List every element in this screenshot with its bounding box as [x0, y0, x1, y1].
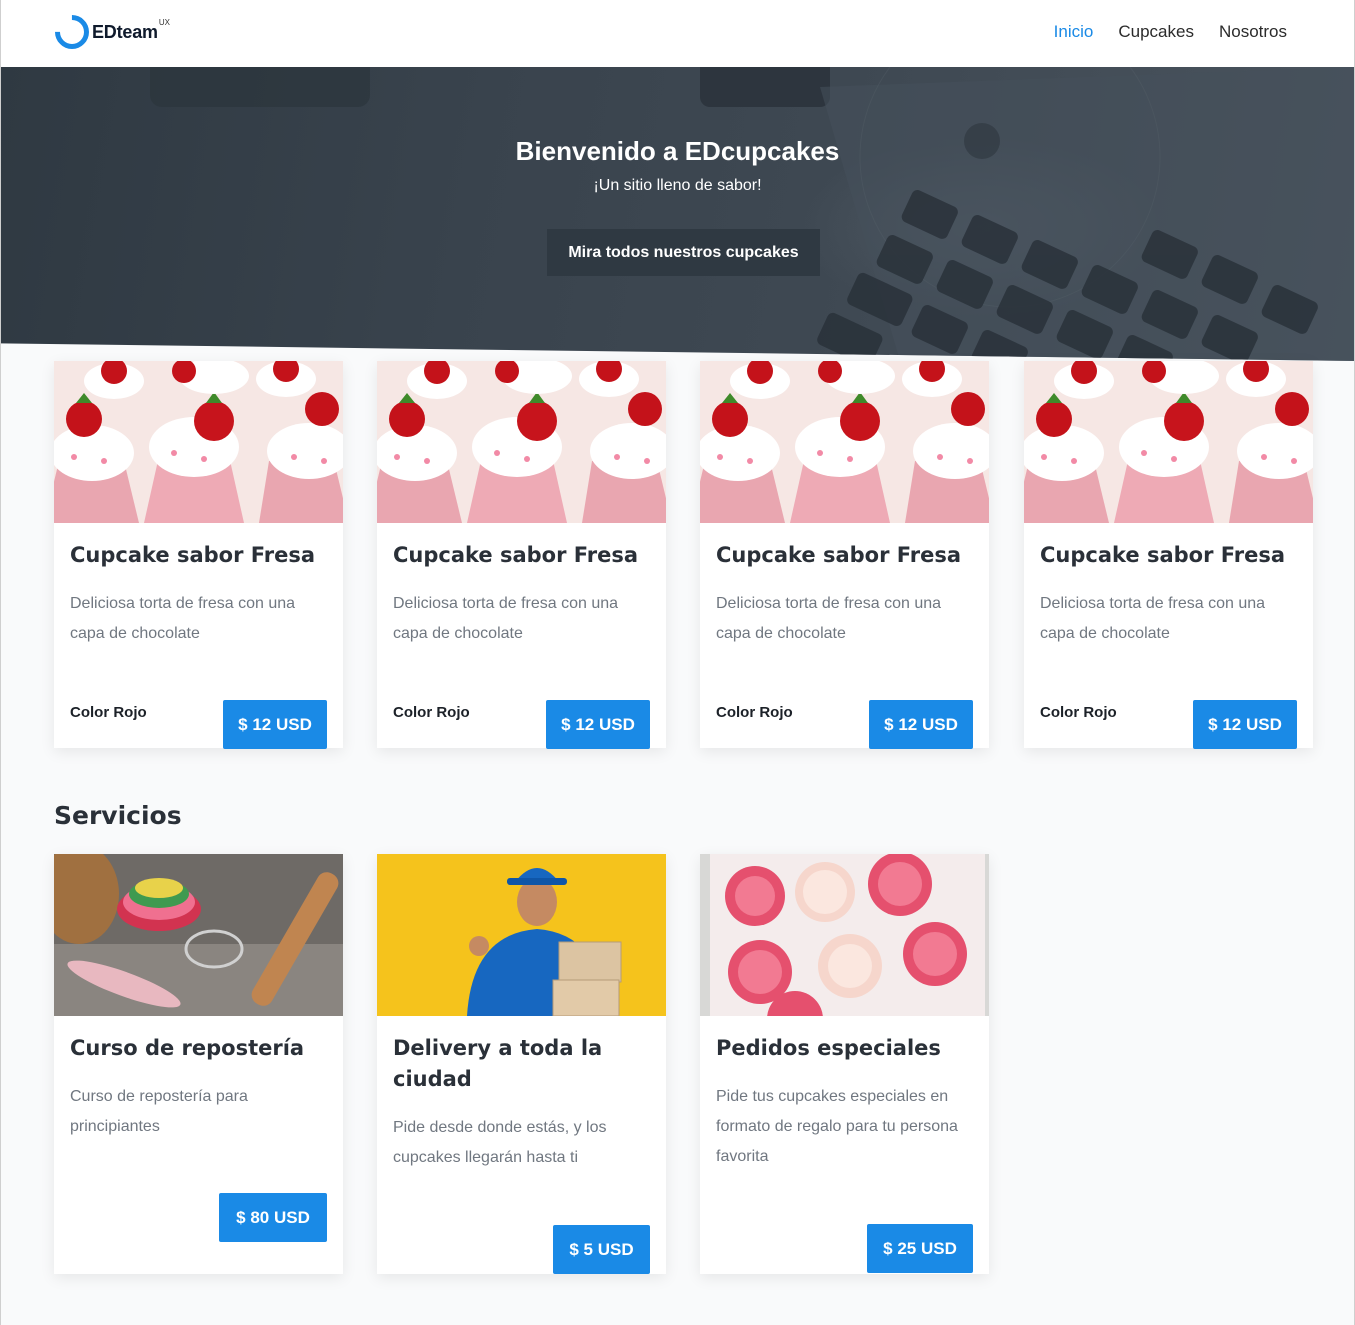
product-card: Cupcake sabor Fresa Deliciosa torta de f…: [377, 361, 666, 749]
baking-course-image[interactable]: [54, 854, 343, 1016]
strawberry-cupcake-image[interactable]: [377, 361, 666, 523]
page-frame-left: [0, 0, 1, 1325]
price-button[interactable]: $ 25 USD: [867, 1224, 973, 1273]
services-section-title: Servicios: [54, 801, 182, 830]
card-title[interactable]: Cupcake sabor Fresa: [393, 540, 650, 571]
card-description: Pide tus cupcakes especiales en formato …: [716, 1088, 958, 1165]
delivery-person-image[interactable]: [377, 854, 666, 1016]
nav-link-cupcakes[interactable]: Cupcakes: [1118, 20, 1194, 44]
card-color-label: Color Rojo: [716, 704, 793, 721]
view-all-cupcakes-button[interactable]: Mira todos nuestros cupcakes: [547, 229, 820, 276]
price-button[interactable]: $ 12 USD: [223, 700, 327, 749]
nav-link-nosotros[interactable]: Nosotros: [1219, 20, 1287, 44]
logo-text: EDteam: [92, 21, 158, 42]
card-description: Deliciosa torta de fresa con una capa de…: [716, 595, 942, 642]
card-description: Curso de repostería para principiantes: [70, 1088, 248, 1135]
service-card: Pedidos especiales Pide tus cupcakes esp…: [700, 854, 989, 1274]
card-title[interactable]: Cupcake sabor Fresa: [716, 540, 973, 571]
strawberry-cupcake-image[interactable]: [700, 361, 989, 523]
site-header: EDteam UX Inicio Cupcakes Nosotros: [0, 0, 1355, 67]
card-body: Cupcake sabor Fresa Deliciosa torta de f…: [377, 540, 666, 749]
card-body: Delivery a toda la ciudad Pide desde don…: [377, 1033, 666, 1274]
card-body: Pedidos especiales Pide tus cupcakes esp…: [700, 1033, 989, 1273]
logo[interactable]: EDteam UX: [47, 7, 170, 57]
main-nav: Inicio Cupcakes Nosotros: [1054, 20, 1287, 44]
hero-title: Bienvenido a EDcupcakes: [515, 136, 840, 166]
card-title[interactable]: Pedidos especiales: [716, 1033, 973, 1064]
card-body: Curso de repostería Curso de repostería …: [54, 1033, 343, 1242]
product-card: Cupcake sabor Fresa Deliciosa torta de f…: [54, 361, 343, 749]
price-button[interactable]: $ 12 USD: [546, 700, 650, 749]
hero-background-image: [150, 67, 1355, 361]
card-title[interactable]: Delivery a toda la ciudad: [393, 1033, 650, 1095]
card-body: Cupcake sabor Fresa Deliciosa torta de f…: [1024, 540, 1313, 749]
card-description: Pide desde donde estás, y los cupcakes l…: [393, 1119, 607, 1166]
special-order-cupcakes-image[interactable]: [700, 854, 989, 1016]
service-card: Curso de repostería Curso de repostería …: [54, 854, 343, 1274]
product-card: Cupcake sabor Fresa Deliciosa torta de f…: [1024, 361, 1313, 749]
card-title[interactable]: Cupcake sabor Fresa: [70, 540, 327, 571]
card-body: Cupcake sabor Fresa Deliciosa torta de f…: [54, 540, 343, 749]
price-button[interactable]: $ 12 USD: [869, 700, 973, 749]
strawberry-cupcake-image[interactable]: [54, 361, 343, 523]
card-description: Deliciosa torta de fresa con una capa de…: [1040, 595, 1266, 642]
logo-ring-icon: [47, 7, 97, 57]
card-description: Deliciosa torta de fresa con una capa de…: [393, 595, 619, 642]
logo-superscript: UX: [158, 18, 170, 27]
strawberry-cupcake-image[interactable]: [1024, 361, 1313, 523]
price-button[interactable]: $ 12 USD: [1193, 700, 1297, 749]
hero-subtitle: ¡Un sitio lleno de sabor!: [593, 177, 762, 194]
card-description: Deliciosa torta de fresa con una capa de…: [70, 595, 296, 642]
card-title[interactable]: Cupcake sabor Fresa: [1040, 540, 1297, 571]
product-card: Cupcake sabor Fresa Deliciosa torta de f…: [700, 361, 989, 749]
card-body: Cupcake sabor Fresa Deliciosa torta de f…: [700, 540, 989, 749]
card-color-label: Color Rojo: [70, 704, 147, 721]
nav-link-inicio[interactable]: Inicio: [1054, 20, 1094, 44]
price-button[interactable]: $ 80 USD: [219, 1193, 327, 1242]
card-title[interactable]: Curso de repostería: [70, 1033, 327, 1064]
service-card: Delivery a toda la ciudad Pide desde don…: [377, 854, 666, 1274]
hero-banner: Bienvenido a EDcupcakes ¡Un sitio lleno …: [0, 67, 1355, 361]
price-button[interactable]: $ 5 USD: [553, 1225, 650, 1274]
card-color-label: Color Rojo: [1040, 704, 1117, 721]
card-color-label: Color Rojo: [393, 704, 470, 721]
